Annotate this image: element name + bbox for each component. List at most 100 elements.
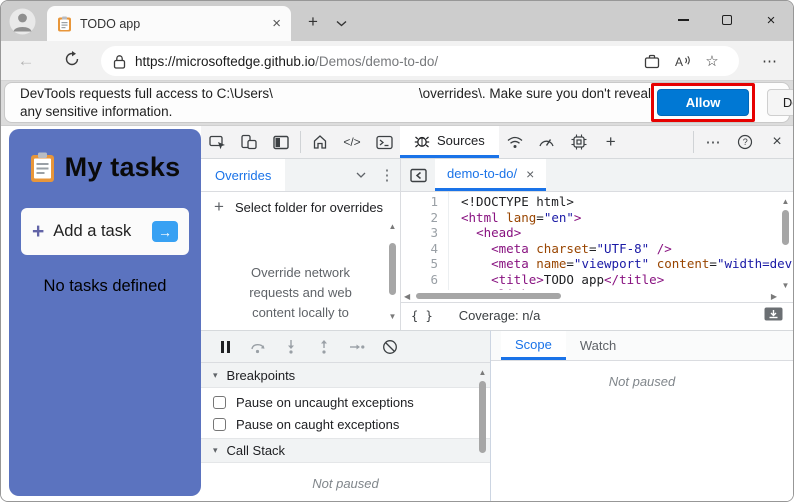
tab-close-icon[interactable]: × bbox=[272, 16, 281, 31]
infobar-message-part2: \overrides\. Make sure you don't reveal bbox=[418, 85, 652, 101]
editor-status-bar: { } Coverage: n/a bbox=[401, 302, 793, 328]
scrollbar-thumb[interactable] bbox=[416, 293, 561, 299]
scrollbar-thumb[interactable] bbox=[389, 243, 396, 295]
tab-elements-icon[interactable]: </> bbox=[336, 126, 368, 158]
settings-more-icon[interactable]: ⋯ bbox=[755, 49, 785, 73]
customize-devtools-icon[interactable]: ⋯ bbox=[697, 126, 729, 158]
infobar-message: DevTools requests full access to C:\User… bbox=[20, 85, 651, 121]
device-emulation-icon[interactable] bbox=[233, 126, 265, 158]
overrides-description: Override network requests and web conten… bbox=[249, 265, 352, 321]
pause-caught-exceptions-row[interactable]: Pause on caught exceptions bbox=[201, 413, 490, 435]
checkbox-caught-exceptions[interactable] bbox=[213, 417, 226, 431]
sources-editor-pane: demo-to-do/ × 1234567 <!DOCTYPE html><ht… bbox=[401, 159, 793, 328]
code-lines: <!DOCTYPE html> <html lang="en"> <head> <… bbox=[449, 192, 793, 290]
debugger-pane: ▾ Breakpoints Pause on uncaught exceptio… bbox=[201, 330, 491, 501]
profile-avatar[interactable] bbox=[9, 8, 36, 35]
navigator-chevron-down-icon[interactable] bbox=[348, 162, 374, 188]
tab-scope[interactable]: Scope bbox=[501, 331, 566, 360]
step-out-icon[interactable] bbox=[312, 335, 336, 359]
scroll-up-icon[interactable]: ▲ bbox=[782, 196, 790, 208]
tab-performance-gauge-icon[interactable] bbox=[531, 126, 563, 158]
toggle-navigator-icon[interactable] bbox=[401, 159, 435, 191]
maximize-button[interactable] bbox=[705, 1, 749, 39]
url-text[interactable]: https://microsoftedge.github.io/Demos/de… bbox=[135, 54, 637, 69]
callstack-section-header[interactable]: ▾ Call Stack bbox=[201, 438, 490, 463]
read-aloud-icon[interactable]: A bbox=[667, 48, 697, 74]
scroll-up-icon[interactable]: ▲ bbox=[389, 221, 397, 233]
tab-welcome-home-icon[interactable] bbox=[304, 126, 336, 158]
devtools-panel: </> Sources + ⋯ ? × Overrides ⋮ + Select… bbox=[201, 126, 793, 501]
step-into-icon[interactable] bbox=[279, 335, 303, 359]
breakpoints-section-header[interactable]: ▾ Breakpoints bbox=[201, 363, 490, 388]
navigator-scrollbar[interactable]: ▲ ▼ bbox=[386, 221, 399, 323]
deny-button[interactable]: Deny bbox=[767, 89, 793, 116]
editor-vertical-scrollbar[interactable]: ▲ ▼ bbox=[779, 196, 792, 292]
overrides-tab[interactable]: Overrides bbox=[201, 159, 286, 191]
select-folder-for-overrides[interactable]: + Select folder for overrides bbox=[201, 192, 400, 222]
file-tab-label: demo-to-do/ bbox=[447, 166, 518, 181]
inspect-element-icon[interactable] bbox=[201, 126, 233, 158]
infobar-message-line2: any sensitive information. bbox=[20, 103, 173, 119]
pretty-print-icon[interactable]: { } bbox=[411, 309, 433, 323]
toolbar-divider bbox=[693, 131, 694, 153]
devtools-help-icon[interactable]: ? bbox=[729, 126, 761, 158]
refresh-button[interactable] bbox=[59, 49, 85, 73]
pause-uncaught-exceptions-row[interactable]: Pause on uncaught exceptions bbox=[201, 391, 490, 413]
tab-memory-chip-icon[interactable] bbox=[563, 126, 595, 158]
more-glyph: ⋯ bbox=[705, 134, 721, 151]
step-icon[interactable] bbox=[345, 335, 369, 359]
scroll-up-icon[interactable]: ▲ bbox=[479, 367, 487, 379]
scroll-right-icon[interactable]: ▶ bbox=[771, 292, 777, 301]
infobar-message-part1: DevTools requests full access to C:\User… bbox=[20, 85, 273, 101]
browser-tab[interactable]: TODO app × bbox=[47, 6, 291, 41]
address-bar[interactable]: https://microsoftedge.github.io/Demos/de… bbox=[101, 46, 739, 76]
breakpoints-label: Breakpoints bbox=[226, 367, 296, 383]
scrollbar-thumb[interactable] bbox=[782, 210, 789, 245]
devtools-toolbar-right: ⋯ ? × bbox=[690, 126, 793, 158]
more-tools-plus-icon[interactable]: + bbox=[595, 126, 627, 158]
favorites-star-icon[interactable]: ☆ bbox=[697, 48, 727, 74]
url-host: https://microsoftedge.github.io bbox=[135, 53, 316, 69]
elements-glyph: </> bbox=[343, 135, 361, 149]
debugger-controls bbox=[201, 331, 490, 363]
svg-text:?: ? bbox=[743, 137, 748, 147]
minimize-button[interactable] bbox=[661, 1, 705, 39]
tab-network-wifi-icon[interactable] bbox=[499, 126, 531, 158]
dock-side-icon[interactable] bbox=[265, 126, 297, 158]
tab-list-chevron-icon[interactable] bbox=[331, 14, 351, 30]
file-tab-demo-to-do[interactable]: demo-to-do/ × bbox=[435, 159, 547, 191]
navigator-kebab-menu-icon[interactable]: ⋮ bbox=[374, 162, 400, 188]
editor-horizontal-scrollbar[interactable]: ◀ ▶ bbox=[401, 290, 793, 302]
tab-watch[interactable]: Watch bbox=[566, 331, 630, 360]
code-editor[interactable]: 1234567 <!DOCTYPE html><html lang="en"> … bbox=[401, 192, 793, 290]
callstack-label: Call Stack bbox=[226, 443, 286, 458]
back-button[interactable]: ← bbox=[13, 49, 39, 73]
window-close-button[interactable]: × bbox=[749, 1, 793, 39]
tab-console-icon[interactable] bbox=[368, 126, 400, 158]
checkbox-caught-label: Pause on caught exceptions bbox=[236, 416, 400, 432]
step-over-icon[interactable] bbox=[246, 335, 270, 359]
tab-strip: TODO app × + × bbox=[1, 1, 793, 41]
window-controls: × bbox=[661, 1, 793, 41]
tab-sources[interactable]: Sources bbox=[400, 126, 499, 158]
pause-script-icon[interactable] bbox=[213, 335, 237, 359]
allow-button[interactable]: Allow bbox=[657, 89, 750, 116]
split-screen-icon[interactable] bbox=[637, 48, 667, 74]
no-tasks-message: No tasks defined bbox=[43, 277, 167, 295]
download-indicator-icon bbox=[764, 307, 783, 324]
scroll-down-icon[interactable]: ▼ bbox=[782, 280, 790, 292]
add-task-submit-button[interactable]: → bbox=[152, 221, 178, 242]
debugger-scrollbar[interactable]: ▲ ▼ bbox=[476, 367, 489, 501]
checkbox-uncaught-exceptions[interactable] bbox=[213, 395, 226, 409]
deactivate-breakpoints-icon[interactable] bbox=[378, 335, 402, 359]
scroll-down-icon[interactable]: ▼ bbox=[389, 311, 397, 323]
file-tab-close-icon[interactable]: × bbox=[526, 167, 534, 181]
allow-highlight-annotation: Allow bbox=[651, 83, 756, 122]
scrollbar-thumb[interactable] bbox=[479, 381, 486, 453]
infobar-row: DevTools requests full access to C:\User… bbox=[1, 81, 793, 125]
page-content: My tasks + Add a task → No tasks defined bbox=[1, 125, 793, 501]
scroll-left-icon[interactable]: ◀ bbox=[404, 292, 410, 301]
add-task-field[interactable]: + Add a task → bbox=[21, 208, 189, 255]
devtools-close-icon[interactable]: × bbox=[761, 126, 793, 158]
new-tab-button[interactable]: + bbox=[301, 11, 325, 33]
